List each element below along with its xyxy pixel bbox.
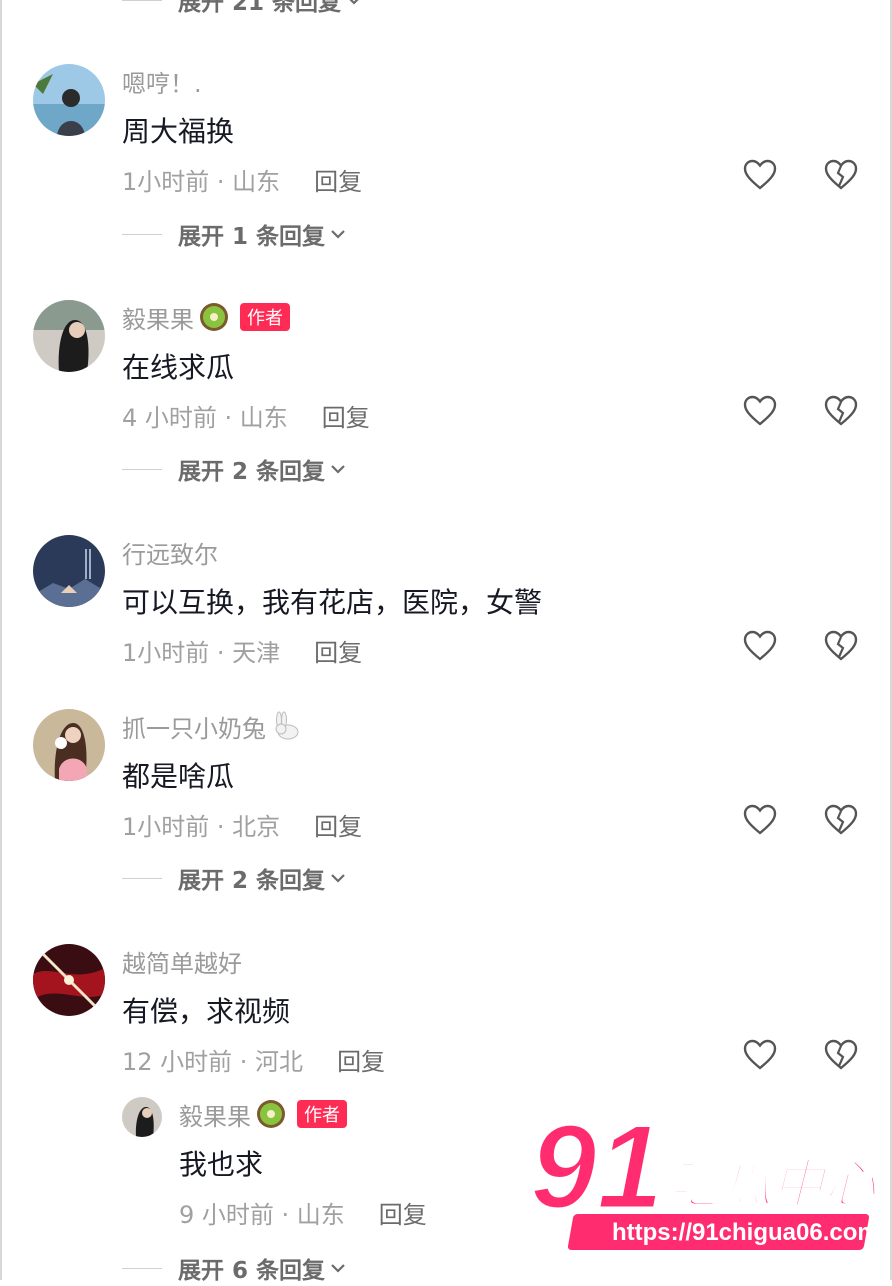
heart-outline-icon [743, 630, 777, 666]
broken-heart-icon [824, 159, 858, 195]
dislike-button[interactable] [822, 1038, 860, 1076]
reply-text: 我也求 [179, 1148, 264, 1181]
expand-replies-label: 展开 1 条回复 [178, 224, 326, 250]
comment-time-location: 4 小时前 · 山东 [122, 404, 288, 432]
heart-outline-icon [743, 804, 777, 840]
kiwi-emoji-icon [255, 1098, 287, 1130]
reply-button[interactable]: 回复 [314, 162, 362, 197]
comment-time-location: 1小时前 · 山东 [122, 168, 281, 196]
expand-replies-label: 展开 2 条回复 [178, 868, 326, 894]
reply-button[interactable]: 回复 [379, 1195, 427, 1230]
chevron-down-icon [345, 0, 363, 6]
comment-time-location: 1小时前 · 天津 [122, 639, 281, 667]
broken-heart-icon [824, 1039, 858, 1075]
screen-edge-left [0, 0, 2, 1280]
heart-outline-icon [743, 395, 777, 431]
comment-meta: 1小时前 · 天津 回复 [122, 633, 362, 668]
chevron-down-icon [329, 1262, 347, 1274]
comment-text: 有偿，求视频 [122, 995, 291, 1028]
comment-text: 在线求瓜 [122, 351, 235, 384]
broken-heart-icon [824, 395, 858, 431]
comment-meta: 4 小时前 · 山东 回复 [122, 398, 370, 433]
watermark-url: https://91chigua06.com [612, 1219, 879, 1246]
comment-meta: 12 小时前 · 河北 回复 [122, 1042, 385, 1077]
like-button[interactable] [741, 803, 779, 841]
like-button[interactable] [741, 394, 779, 432]
avatar[interactable] [33, 300, 105, 372]
expand-replies[interactable]: 展开 2 条回复 [122, 860, 347, 896]
avatar[interactable] [33, 535, 105, 607]
like-button[interactable] [741, 158, 779, 196]
comment-meta: 1小时前 · 山东 回复 [122, 162, 362, 197]
divider-line [122, 468, 162, 470]
broken-heart-icon [824, 804, 858, 840]
reply-button[interactable]: 回复 [337, 1042, 385, 1077]
comment-username[interactable]: 行远致尔 [122, 535, 218, 570]
avatar[interactable] [33, 64, 105, 136]
heart-outline-icon [743, 1039, 777, 1075]
reply-username[interactable]: 毅果果 [179, 1097, 251, 1132]
dislike-button[interactable] [822, 629, 860, 667]
dislike-button[interactable] [822, 394, 860, 432]
kiwi-emoji-icon [198, 301, 230, 333]
reply-button[interactable]: 回复 [314, 807, 362, 842]
comment-time-location: 1小时前 · 北京 [122, 813, 281, 841]
avatar[interactable] [122, 1097, 162, 1137]
expand-replies[interactable]: 展开 6 条回复 [122, 1250, 347, 1286]
avatar[interactable] [33, 944, 105, 1016]
chevron-down-icon [329, 872, 347, 884]
divider-line [122, 233, 162, 235]
expand-replies[interactable]: 展开 1 条回复 [122, 216, 347, 252]
comment-username[interactable]: 越简单越好 [122, 944, 242, 979]
like-button[interactable] [741, 1038, 779, 1076]
reply-button[interactable]: 回复 [322, 398, 370, 433]
expand-replies-label: 展开 2 条回复 [178, 459, 326, 485]
chevron-down-icon [329, 228, 347, 240]
comment-text: 可以互换，我有花店，医院，女警 [122, 586, 543, 619]
like-button[interactable] [741, 629, 779, 667]
dislike-button[interactable] [822, 803, 860, 841]
author-badge: 作者 [297, 1100, 347, 1128]
comment-text: 都是啥瓜 [122, 760, 235, 793]
chevron-down-icon [329, 463, 347, 475]
watermark-logo: 91 吃瓜中心 https://91chigua06.com [529, 1099, 890, 1260]
expand-replies-label: 展开 21 条回复 [178, 0, 342, 16]
expand-replies[interactable]: 展开 2 条回复 [122, 451, 347, 487]
comment-text: 周大福换 [122, 115, 235, 148]
broken-heart-icon [824, 630, 858, 666]
expand-replies-top[interactable]: 展开 21 条回复 [122, 0, 363, 18]
dislike-button[interactable] [822, 158, 860, 196]
comment-username[interactable]: 抓一只小奶兔 [122, 709, 266, 744]
divider-line [122, 1267, 162, 1269]
reply-meta: 9 小时前 · 山东 回复 [179, 1195, 427, 1230]
comment-username[interactable]: 嗯哼！. [122, 64, 202, 99]
divider-line [122, 877, 162, 879]
divider-line [122, 0, 162, 1]
comment-username[interactable]: 毅果果 [122, 300, 194, 335]
comment-meta: 1小时前 · 北京 回复 [122, 807, 362, 842]
avatar[interactable] [33, 709, 105, 781]
heart-outline-icon [743, 159, 777, 195]
author-badge: 作者 [240, 303, 290, 331]
comment-time-location: 12 小时前 · 河北 [122, 1048, 304, 1076]
reply-time-location: 9 小时前 · 山东 [179, 1201, 345, 1229]
reply-button[interactable]: 回复 [314, 633, 362, 668]
rabbit-emoji-icon [270, 710, 302, 742]
watermark-brand-text: 吃瓜中心 [668, 1155, 878, 1215]
